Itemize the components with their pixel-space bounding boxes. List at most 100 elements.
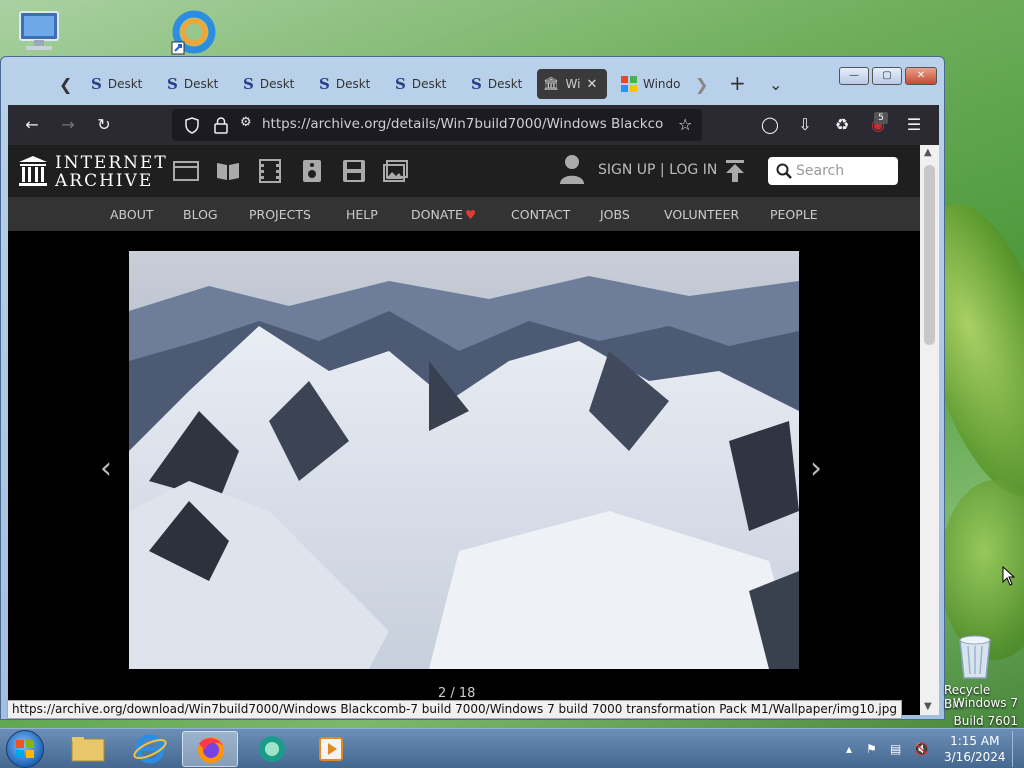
scroll-up-icon[interactable]: ▲ xyxy=(924,147,932,158)
browser-client-area: ← → ↻ ⚙ https://archive.org/details/Win7… xyxy=(8,105,939,715)
tab-label: Deskt xyxy=(335,77,371,91)
mountain-wallpaper-image[interactable] xyxy=(129,251,799,669)
ia-nav-bar: ABOUT BLOG PROJECTS HELP DONATE ♥ CONTAC… xyxy=(8,197,920,231)
back-arrow-icon[interactable]: ← xyxy=(22,115,42,135)
tab-scroll-left-icon[interactable]: ❮ xyxy=(59,75,72,94)
taskbar-firefox-button[interactable] xyxy=(182,731,238,767)
internet-archive-logo-icon[interactable] xyxy=(18,155,48,187)
recycle-bin-icon[interactable] xyxy=(952,632,998,680)
close-tab-icon[interactable]: ✕ xyxy=(586,77,597,92)
nav-donate[interactable]: DONATE xyxy=(411,207,463,222)
bookmark-star-icon[interactable]: ☆ xyxy=(678,115,692,134)
new-tab-icon[interactable]: + xyxy=(729,71,746,95)
list-tabs-chevron-down-icon[interactable]: ⌄ xyxy=(769,75,782,94)
s-logo-icon: S xyxy=(167,75,178,93)
tab-label: Deskt xyxy=(107,77,143,91)
lock-icon[interactable] xyxy=(214,117,228,134)
minimize-button[interactable]: — xyxy=(839,67,869,85)
firefox-window: ❮ S Deskt S Deskt S Deskt S Deskt S Desk… xyxy=(0,56,945,720)
address-bar[interactable]: ⚙ https://archive.org/details/Win7build7… xyxy=(172,109,702,141)
nav-help[interactable]: HELP xyxy=(346,207,378,222)
tab-scroll-right-icon[interactable]: ❯ xyxy=(695,75,708,94)
clock-date: 3/16/2024 xyxy=(944,750,1006,764)
s-logo-icon: S xyxy=(91,75,102,93)
network-icon[interactable]: ▤ xyxy=(890,742,901,756)
shield-icon[interactable] xyxy=(184,117,200,134)
ia-search-input[interactable]: Search xyxy=(768,157,898,185)
tab-label: Deskt xyxy=(411,77,447,91)
url-text[interactable]: https://archive.org/details/Win7build700… xyxy=(262,116,664,132)
tab-desktop-6[interactable]: S Deskt xyxy=(465,69,528,99)
nav-jobs[interactable]: JOBS xyxy=(600,207,630,222)
s-logo-icon: S xyxy=(319,75,330,93)
forward-arrow-icon[interactable]: → xyxy=(58,115,78,135)
nav-about[interactable]: ABOUT xyxy=(110,207,154,222)
link-status-tooltip: https://archive.org/download/Win7build70… xyxy=(7,700,902,719)
nav-people[interactable]: PEOPLE xyxy=(770,207,818,222)
tab-desktop-1[interactable]: S Deskt xyxy=(85,69,148,99)
tab-strip: ❮ S Deskt S Deskt S Deskt S Deskt S Desk… xyxy=(9,63,939,105)
taskbar-media-player-button[interactable] xyxy=(304,731,360,767)
previous-image-chevron-icon[interactable]: ‹ xyxy=(100,451,112,486)
taskbar-ie-button[interactable] xyxy=(122,731,178,767)
ia-logo-line1: INTERNET xyxy=(55,153,168,173)
user-avatar-icon[interactable] xyxy=(558,153,586,185)
internet-archive-page: INTERNET ARCHIVE SIGN UP | LOG IN Search… xyxy=(8,145,920,715)
s-logo-icon: S xyxy=(395,75,406,93)
download-shortcut-icon[interactable] xyxy=(170,10,218,56)
images-icon[interactable] xyxy=(383,159,409,183)
tab-windows[interactable]: Windo xyxy=(615,69,687,99)
video-film-icon[interactable] xyxy=(257,159,283,183)
taskbar: ▴ ⚑ ▤ 🔇 1:15 AM 3/16/2024 xyxy=(0,728,1024,768)
volume-muted-icon[interactable]: 🔇 xyxy=(914,742,929,756)
web-archive-icon[interactable] xyxy=(173,159,199,183)
menu-hamburger-icon[interactable]: ☰ xyxy=(904,115,924,135)
taskbar-explorer-button[interactable] xyxy=(60,731,116,767)
nav-blog[interactable]: BLOG xyxy=(183,207,218,222)
image-viewer: ‹ › 2 / 18 xyxy=(8,231,920,715)
upload-icon[interactable] xyxy=(724,159,746,183)
next-image-chevron-icon[interactable]: › xyxy=(810,451,822,486)
tab-desktop-5[interactable]: S Deskt xyxy=(389,69,452,99)
tab-desktop-4[interactable]: S Deskt xyxy=(313,69,376,99)
windows-logo-icon xyxy=(621,76,637,92)
taskbar-clock[interactable]: 1:15 AM 3/16/2024 xyxy=(944,733,1006,765)
close-window-button[interactable]: ✕ xyxy=(905,67,937,85)
show-hidden-icons-icon[interactable]: ▴ xyxy=(846,742,852,756)
tab-label: Deskt xyxy=(183,77,219,91)
reload-icon[interactable]: ↻ xyxy=(94,115,114,135)
windows-build-watermark: Windows 7 Build 7601 xyxy=(953,694,1018,730)
media-player-icon xyxy=(319,737,343,761)
audio-speaker-icon[interactable] xyxy=(299,159,325,183)
nav-contact[interactable]: CONTACT xyxy=(511,207,570,222)
vertical-scrollbar[interactable]: ▲ ▼ xyxy=(920,145,939,715)
software-floppy-icon[interactable] xyxy=(341,159,367,183)
scroll-thumb[interactable] xyxy=(924,165,935,345)
tab-label: Deskt xyxy=(487,77,523,91)
tab-desktop-3[interactable]: S Deskt xyxy=(237,69,300,99)
texts-book-icon[interactable] xyxy=(215,159,241,183)
pocket-icon[interactable]: ◯ xyxy=(760,115,780,135)
sign-up-log-in-link[interactable]: SIGN UP | LOG IN xyxy=(598,162,717,178)
permissions-icon[interactable]: ⚙ xyxy=(240,115,252,130)
start-button[interactable] xyxy=(6,730,44,768)
computer-desktop-icon[interactable] xyxy=(16,10,62,52)
extensions-puzzle-icon[interactable]: ♻ xyxy=(832,115,852,135)
nav-projects[interactable]: PROJECTS xyxy=(249,207,311,222)
firefox-icon xyxy=(198,737,224,763)
tab-desktop-2[interactable]: S Deskt xyxy=(161,69,224,99)
action-center-flag-icon[interactable]: ⚑ xyxy=(866,742,877,756)
tab-label: Wi xyxy=(565,77,581,91)
maximize-button[interactable]: ▢ xyxy=(872,67,902,85)
tab-internet-archive[interactable]: 🏛 Wi ✕ xyxy=(537,69,607,99)
taskbar-app-button[interactable] xyxy=(244,731,300,767)
ia-logo-text[interactable]: INTERNET ARCHIVE xyxy=(55,154,168,190)
scroll-down-icon[interactable]: ▼ xyxy=(924,701,932,712)
show-desktop-button[interactable] xyxy=(1012,731,1022,767)
downloads-icon[interactable]: ⇩ xyxy=(795,115,815,135)
clock-time: 1:15 AM xyxy=(950,734,1000,748)
nav-volunteer[interactable]: VOLUNTEER xyxy=(664,207,739,222)
tab-label: Windo xyxy=(643,77,681,91)
image-counter: 2 / 18 xyxy=(438,686,476,701)
watermark-line1: Windows 7 xyxy=(952,696,1018,710)
